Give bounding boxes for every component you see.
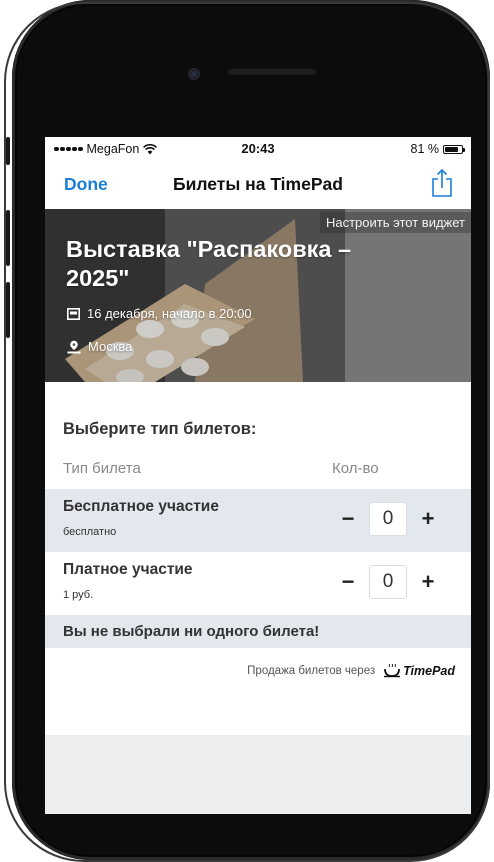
timepad-cup-icon: [384, 664, 401, 678]
increment-button[interactable]: +: [413, 502, 443, 536]
ticket-price: 1 руб.: [63, 589, 94, 601]
share-icon: [432, 168, 452, 197]
ticket-name: Бесплатное участие: [63, 498, 219, 515]
status-bar: MegaFon 20:43 81 %: [45, 137, 471, 159]
timepad-brand-text: TimePad: [403, 664, 455, 678]
clock: 20:43: [241, 141, 275, 156]
column-header-quantity: Кол-во: [332, 460, 379, 477]
ticket-name: Платное участие: [63, 561, 193, 578]
page-title: Билеты на TimePad: [173, 174, 343, 194]
volume-up-button: [6, 210, 10, 266]
event-date-row: 16 декабря, начало в 20:00: [67, 306, 252, 321]
earpiece-speaker: [227, 67, 317, 75]
share-button[interactable]: [429, 168, 455, 198]
volume-down-button: [6, 282, 10, 338]
event-title: Выставка "Распаковка – 2025": [66, 236, 352, 291]
customize-widget-link[interactable]: Настроить этот виджет: [319, 212, 471, 233]
calendar-icon: [67, 307, 80, 320]
notice-text: Вы не выбрали ни одного билета!: [63, 623, 320, 640]
battery-group: 81 %: [410, 142, 465, 156]
event-date: 16 декабря, начало в 20:00: [87, 306, 252, 321]
quantity-stepper: − 0 +: [333, 502, 443, 536]
powered-by: Продажа билетов через TimePad: [247, 664, 455, 678]
ticket-price: бесплатно: [63, 526, 117, 538]
battery-icon: [443, 144, 465, 154]
ticket-row: Бесплатное участие бесплатно − 0 +: [45, 489, 471, 552]
no-ticket-selected-notice: Вы не выбрали ни одного билета!: [45, 615, 471, 648]
quantity-value[interactable]: 0: [369, 502, 407, 536]
quantity-stepper: − 0 +: [333, 565, 443, 599]
decrement-button[interactable]: −: [333, 565, 363, 599]
increment-button[interactable]: +: [413, 565, 443, 599]
location-pin-icon: [67, 340, 81, 353]
camera: [188, 68, 200, 80]
ticket-row: Платное участие 1 руб. − 0 +: [45, 552, 471, 615]
mute-switch: [6, 137, 10, 165]
timepad-logo[interactable]: TimePad: [383, 664, 455, 678]
sold-via-text: Продажа билетов через: [247, 665, 376, 677]
navigation-bar: Done Билеты на TimePad: [45, 159, 471, 209]
event-banner: Настроить этот виджет Выставка "Распаков…: [45, 209, 471, 382]
battery-percent: 81 %: [410, 142, 440, 156]
event-location-row: Москва: [67, 339, 132, 354]
column-header-type: Тип билета: [63, 460, 141, 477]
event-location: Москва: [88, 339, 133, 354]
decrement-button[interactable]: −: [333, 502, 363, 536]
ticket-section-heading: Выберите тип билетов:: [63, 420, 257, 438]
screen: MegaFon 20:43 81 % Done Билеты на TimePa…: [45, 137, 471, 814]
battery-level: [445, 146, 458, 152]
quantity-value[interactable]: 0: [369, 565, 407, 599]
ticket-widget: Выберите тип билетов: Тип билета Кол-во …: [45, 382, 471, 735]
